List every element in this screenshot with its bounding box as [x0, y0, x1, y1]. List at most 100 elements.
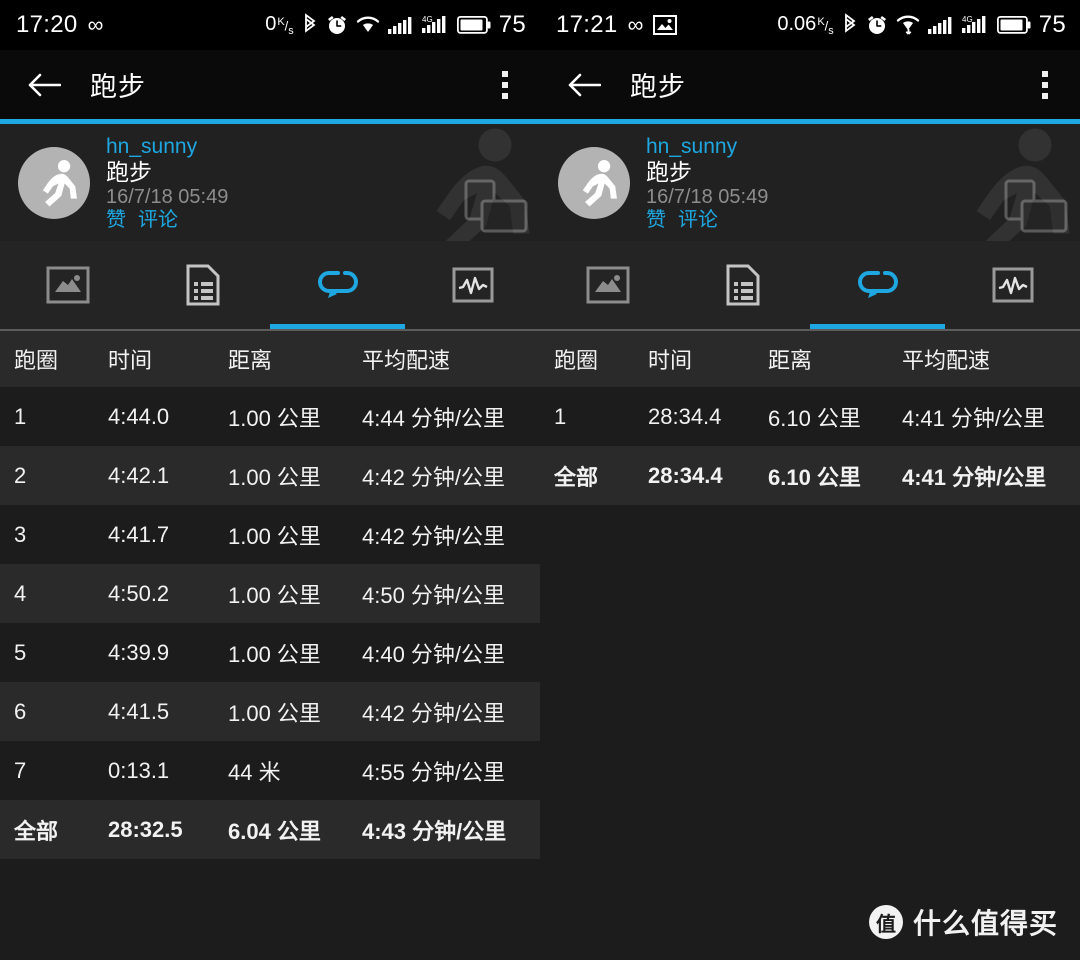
tab-graph[interactable]	[945, 241, 1080, 329]
tab-details[interactable]	[135, 241, 270, 329]
table-cell: 4:44.0	[108, 403, 170, 429]
network-rate: 0.06 K/s	[777, 13, 833, 37]
like-button[interactable]: 赞	[106, 210, 126, 230]
watermark-text: 什么值得买	[912, 908, 1058, 939]
table-cell: 1.00 公里	[228, 582, 321, 608]
table-row[interactable]: 2 4:42.1 1.00 公里 4:42 分钟/公里	[0, 446, 540, 505]
activity-title: 跑步	[106, 158, 152, 185]
column-header: 跑圈	[14, 348, 59, 373]
table-header-row: 跑圈 时间 距离 平均配速	[0, 331, 540, 387]
network-rate-unit: K/s	[277, 15, 294, 37]
table-cell: 6.10 公里	[768, 405, 861, 431]
activity-meta: hn_sunny 跑步 16/7/18 05:49 赞 评论	[106, 136, 228, 230]
alarm-icon	[866, 14, 888, 36]
status-bar: 17:20 ∞ 0 K/s 4G 75	[0, 0, 540, 50]
table-row[interactable]: 5 4:39.9 1.00 公里 4:40 分钟/公里	[0, 623, 540, 682]
comment-button[interactable]: 评论	[678, 210, 718, 230]
avatar[interactable]	[558, 146, 630, 219]
activity-date: 16/7/18 05:49	[106, 185, 229, 208]
table-total-cell: 全部	[14, 818, 59, 844]
avatar[interactable]	[18, 146, 90, 219]
status-bar-left: 17:21 ∞	[556, 11, 678, 39]
table-total-cell: 4:41 分钟/公里	[902, 464, 1047, 490]
table-cell: 28:34.4	[648, 403, 722, 429]
back-arrow-icon[interactable]	[24, 65, 64, 105]
activity-date: 16/7/18 05:49	[646, 185, 769, 208]
tab-map[interactable]	[540, 241, 675, 329]
table-row[interactable]: 6 4:41.5 1.00 公里 4:42 分钟/公里	[0, 682, 540, 741]
bluetooth-icon	[302, 13, 318, 37]
4g-signal-icon: 4G	[421, 14, 449, 36]
comment-button[interactable]: 评论	[138, 210, 178, 230]
column-header: 平均配速	[362, 348, 451, 373]
table-cell: 1.00 公里	[228, 405, 321, 431]
table-total-cell: 6.04 公里	[228, 818, 321, 844]
table-cell: 2	[14, 462, 27, 488]
table-total-row[interactable]: 全部 28:34.4 6.10 公里 4:41 分钟/公里	[540, 446, 1080, 505]
like-button[interactable]: 赞	[646, 210, 666, 230]
infinity-icon: ∞	[627, 12, 644, 37]
infinity-icon: ∞	[87, 12, 104, 37]
dual-screenshot: 17:20 ∞ 0 K/s 4G 75 跑步 hn_sunny 跑步 16/7/…	[0, 0, 1080, 960]
network-rate-value: 0.06	[777, 13, 817, 36]
svg-text:4G: 4G	[422, 15, 433, 24]
table-cell: 4:50 分钟/公里	[362, 582, 506, 608]
status-bar-right: 0 K/s 4G 75	[265, 11, 526, 39]
activity-user[interactable]: hn_sunny	[646, 136, 768, 157]
overflow-menu-icon[interactable]	[488, 63, 522, 107]
back-arrow-icon[interactable]	[564, 65, 604, 105]
tab-map[interactable]	[0, 241, 135, 329]
overflow-menu-icon[interactable]	[1028, 63, 1062, 107]
column-header: 距离	[768, 348, 813, 373]
table-cell: 1.00 公里	[228, 523, 321, 549]
site-watermark: 值 什么值得买	[868, 902, 1058, 942]
status-bar: 17:21 ∞ 0.06 K/s 4G 75	[540, 0, 1080, 50]
gallery-icon	[653, 15, 678, 35]
activity-actions: 赞 评论	[646, 210, 768, 230]
table-total-cell: 4:43 分钟/公里	[362, 818, 507, 844]
table-total-cell: 28:34.4	[648, 462, 723, 488]
signal-icon	[387, 15, 414, 35]
network-rate: 0 K/s	[265, 13, 294, 37]
battery-icon	[996, 16, 1031, 34]
tab-details[interactable]	[675, 241, 810, 329]
column-header: 距离	[228, 348, 273, 373]
activity-user[interactable]: hn_sunny	[106, 136, 228, 157]
table-cell: 44 米	[228, 759, 281, 785]
table-row[interactable]: 4 4:50.2 1.00 公里 4:50 分钟/公里	[0, 564, 540, 623]
column-header: 时间	[648, 348, 693, 373]
laps-table: 跑圈 时间 距离 平均配速 1 28:34.4 6.10 公里 4:41 分钟/公里 全部 28:…	[540, 331, 1080, 505]
table-cell: 4:41 分钟/公里	[902, 405, 1046, 431]
tab-graph[interactable]	[405, 241, 540, 329]
table-cell: 0:13.1	[108, 757, 170, 783]
tab-active-indicator	[810, 324, 945, 329]
activity-header: hn_sunny 跑步 16/7/18 05:49 赞 评论	[0, 124, 540, 241]
table-row[interactable]: 7 0:13.1 44 米 4:55 分钟/公里	[0, 741, 540, 800]
table-total-cell: 全部	[554, 464, 599, 490]
network-rate-unit: K/s	[817, 15, 834, 37]
panel-left: 17:20 ∞ 0 K/s 4G 75 跑步 hn_sunny 跑步 16/7/…	[0, 0, 540, 960]
table-cell: 1	[554, 403, 567, 429]
table-header-row: 跑圈 时间 距离 平均配速	[540, 331, 1080, 387]
status-time: 17:20	[16, 11, 78, 38]
svg-text:4G: 4G	[962, 15, 973, 24]
table-row[interactable]: 1 4:44.0 1.00 公里 4:44 分钟/公里	[0, 387, 540, 446]
table-cell: 4:42.1	[108, 462, 170, 488]
screen-cast-icon[interactable]	[1004, 179, 1070, 235]
table-row[interactable]: 3 4:41.7 1.00 公里 4:42 分钟/公里	[0, 505, 540, 564]
screen-cast-icon[interactable]	[464, 179, 530, 235]
wifi-download-icon	[896, 14, 920, 36]
table-total-row[interactable]: 全部 28:32.5 6.04 公里 4:43 分钟/公里	[0, 800, 540, 859]
table-cell: 4	[14, 580, 27, 606]
table-cell: 4:55 分钟/公里	[362, 759, 506, 785]
table-cell: 1.00 公里	[228, 464, 321, 490]
activity-actions: 赞 评论	[106, 210, 228, 230]
table-cell: 7	[14, 757, 27, 783]
tab-laps[interactable]	[270, 241, 405, 329]
table-cell: 4:42 分钟/公里	[362, 464, 506, 490]
table-row[interactable]: 1 28:34.4 6.10 公里 4:41 分钟/公里	[540, 387, 1080, 446]
tab-bar	[540, 241, 1080, 329]
activity-title: 跑步	[646, 158, 692, 185]
battery-icon	[456, 16, 491, 34]
tab-laps[interactable]	[810, 241, 945, 329]
